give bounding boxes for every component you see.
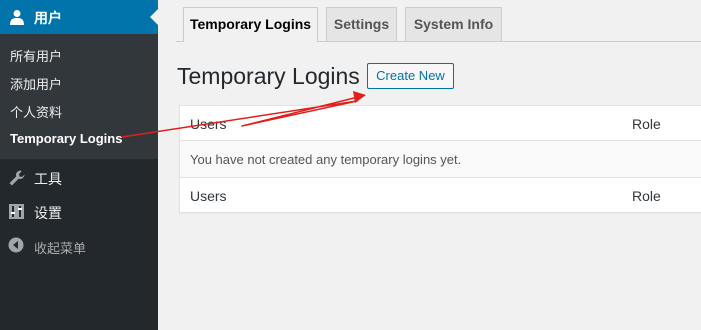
annotation-arrow [121,91,366,138]
